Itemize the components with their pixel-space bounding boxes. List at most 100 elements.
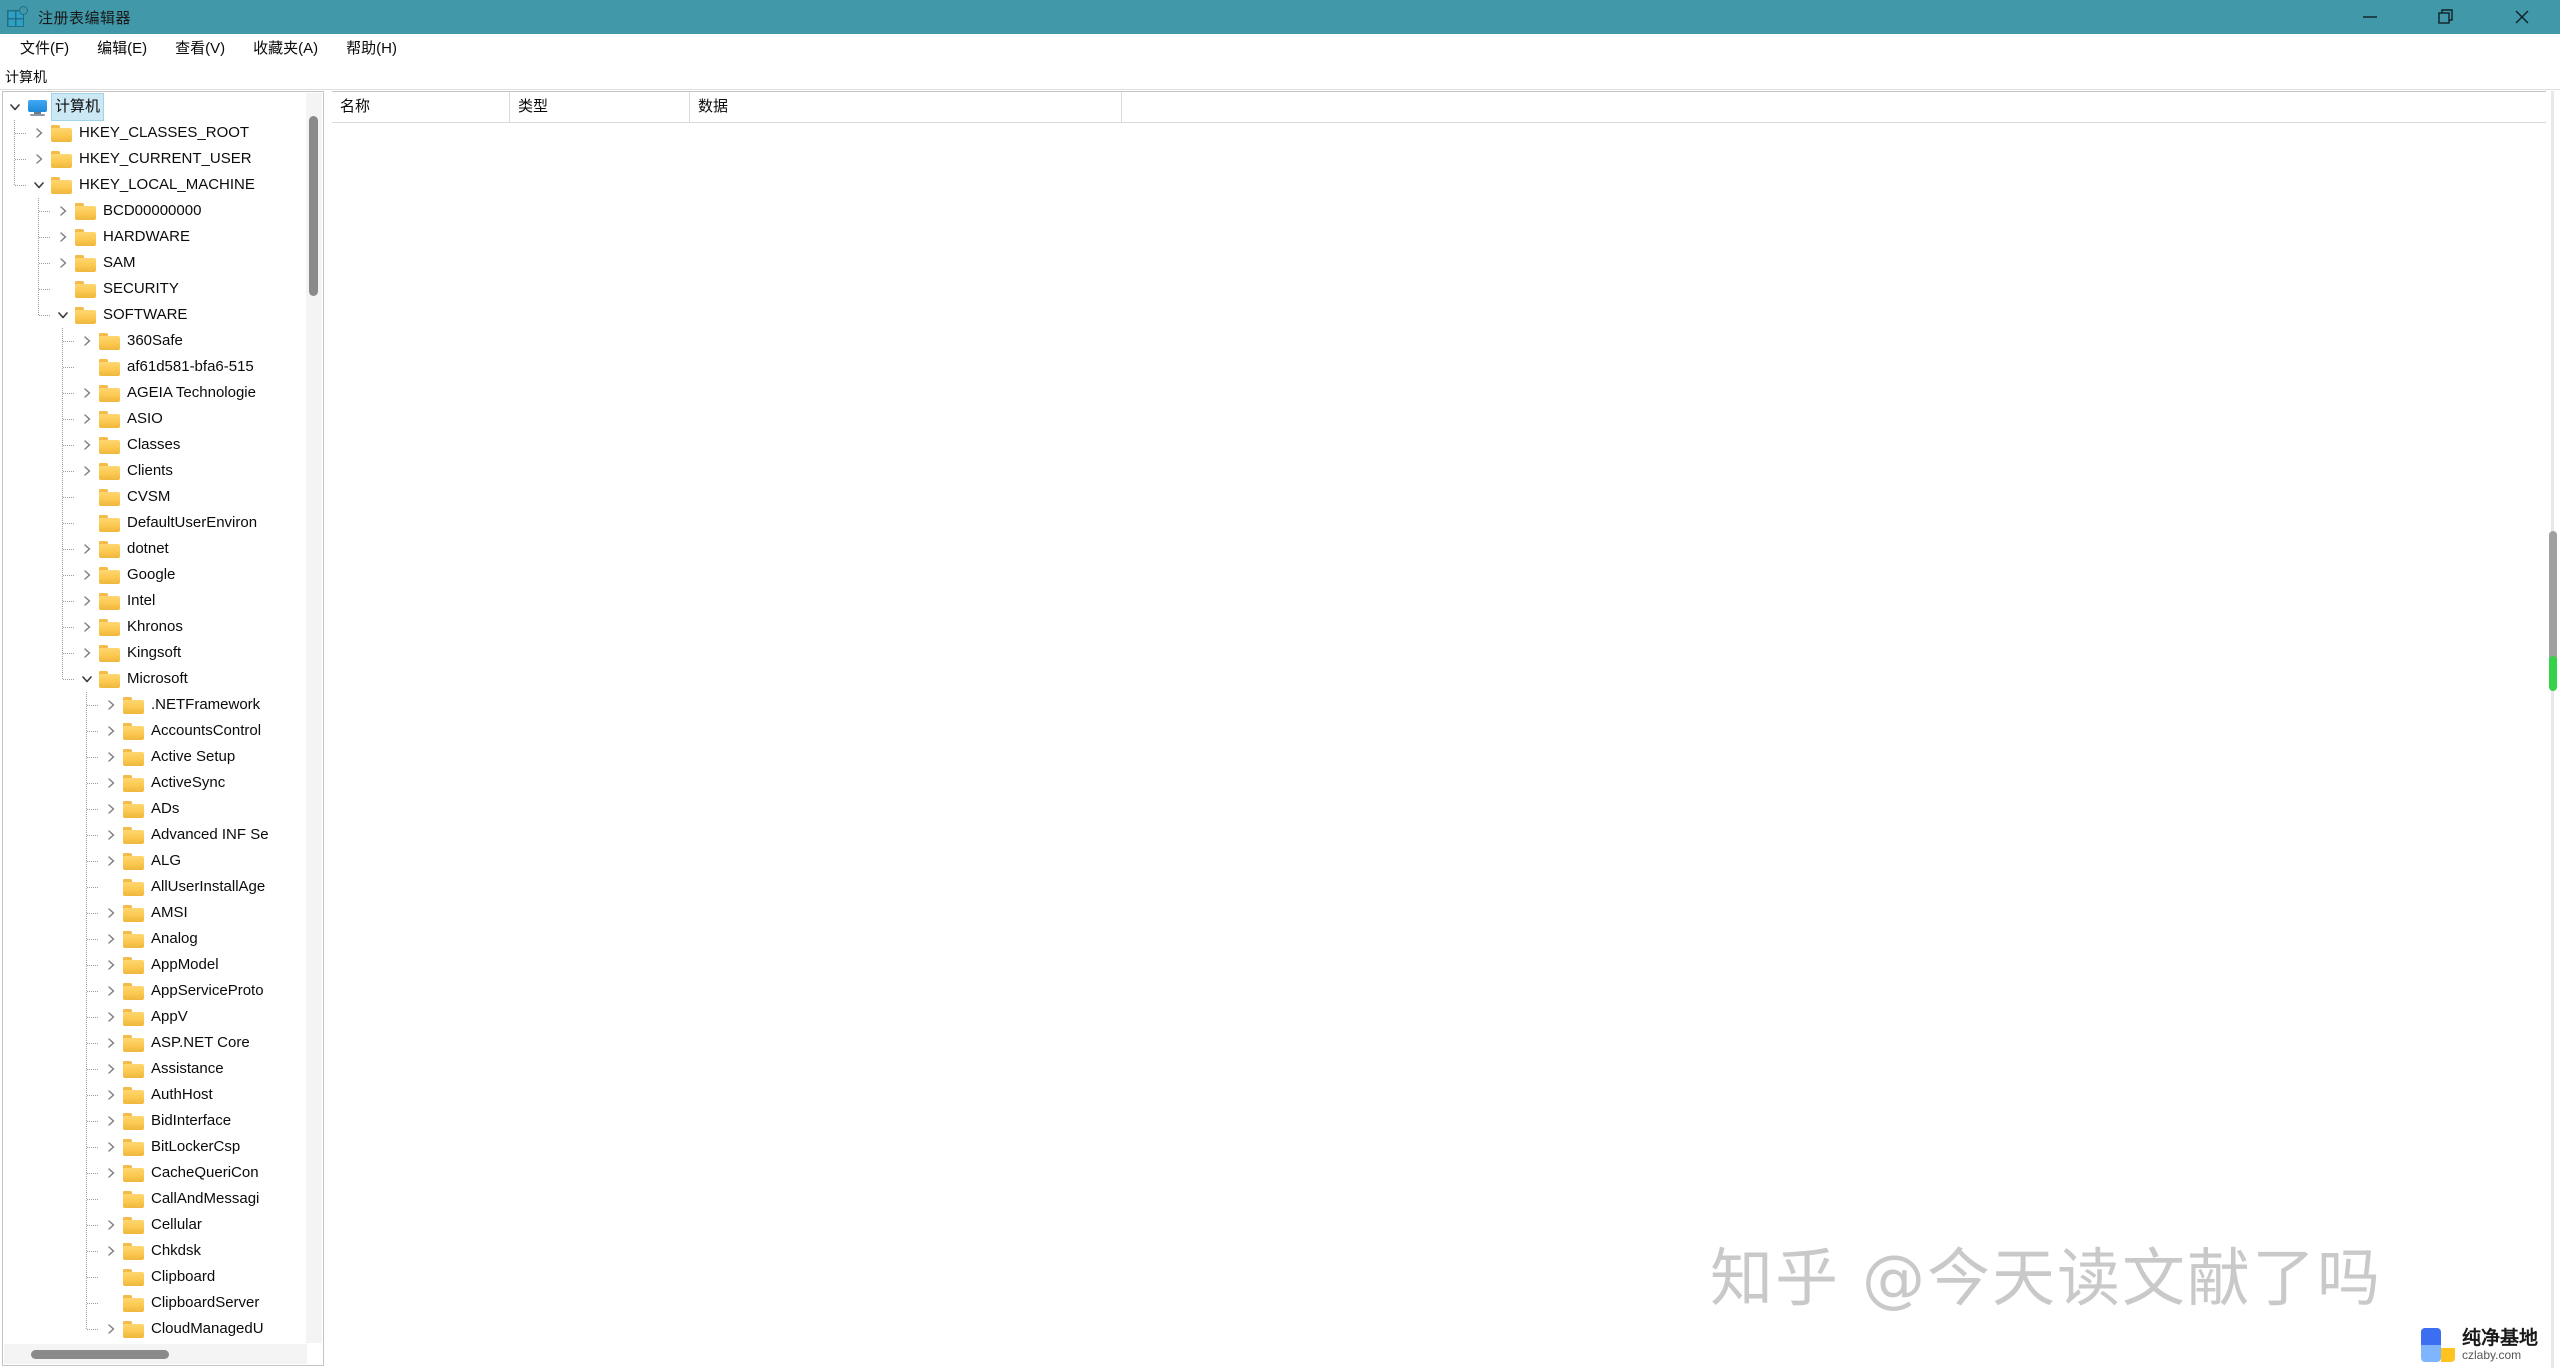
tree-node[interactable]: dotnet	[3, 536, 307, 562]
tree-node[interactable]: AccountsControl	[3, 718, 307, 744]
chevron-right-icon[interactable]	[99, 1316, 123, 1342]
tree-node[interactable]: Classes	[3, 432, 307, 458]
tree-node[interactable]: 360Safe	[3, 328, 307, 354]
tree-node[interactable]: Analog	[3, 926, 307, 952]
column-data[interactable]: 数据	[690, 92, 1122, 122]
tree-node[interactable]: 计算机	[3, 93, 307, 121]
tree-node[interactable]: af61d581-bfa6-515	[3, 354, 307, 380]
tree-node[interactable]: Intel	[3, 588, 307, 614]
tree-node[interactable]: HKEY_CURRENT_USER	[3, 146, 307, 172]
tree-node[interactable]: .NETFramework	[3, 692, 307, 718]
chevron-right-icon[interactable]	[99, 1134, 123, 1160]
chevron-right-icon[interactable]	[99, 1238, 123, 1264]
page-vertical-scrollbar[interactable]	[2546, 91, 2560, 1368]
chevron-right-icon[interactable]	[99, 978, 123, 1004]
chevron-right-icon[interactable]	[75, 380, 99, 406]
chevron-right-icon[interactable]	[99, 848, 123, 874]
tree-node[interactable]: Advanced INF Se	[3, 822, 307, 848]
restore-button[interactable]	[2408, 0, 2484, 34]
tree-node[interactable]: BitLockerCsp	[3, 1134, 307, 1160]
tree-node[interactable]: ASP.NET Core	[3, 1030, 307, 1056]
tree-node[interactable]: ALG	[3, 848, 307, 874]
page-scroll-thumb-accent[interactable]	[2549, 656, 2557, 691]
chevron-right-icon[interactable]	[75, 406, 99, 432]
chevron-right-icon[interactable]	[75, 432, 99, 458]
chevron-right-icon[interactable]	[51, 198, 75, 224]
tree-node[interactable]: ActiveSync	[3, 770, 307, 796]
chevron-right-icon[interactable]	[75, 562, 99, 588]
tree-node[interactable]: BCD00000000	[3, 198, 307, 224]
tree-node[interactable]: CacheQueriCon	[3, 1160, 307, 1186]
menu-view[interactable]: 查看(V)	[161, 36, 239, 62]
tree-node[interactable]: AppV	[3, 1004, 307, 1030]
menu-favorites[interactable]: 收藏夹(A)	[239, 36, 332, 62]
chevron-right-icon[interactable]	[51, 250, 75, 276]
chevron-right-icon[interactable]	[99, 1108, 123, 1134]
chevron-right-icon[interactable]	[99, 1160, 123, 1186]
tree-horizontal-scrollbar[interactable]	[4, 1344, 307, 1364]
chevron-down-icon[interactable]	[51, 302, 75, 328]
chevron-right-icon[interactable]	[75, 640, 99, 666]
chevron-right-icon[interactable]	[99, 692, 123, 718]
tree-node[interactable]: SAM	[3, 250, 307, 276]
page-scroll-thumb[interactable]	[2549, 531, 2557, 664]
tree-node[interactable]: DefaultUserEnviron	[3, 510, 307, 536]
tree-node[interactable]: SECURITY	[3, 276, 307, 302]
menu-edit[interactable]: 编辑(E)	[83, 36, 161, 62]
chevron-right-icon[interactable]	[99, 1030, 123, 1056]
tree-node[interactable]: ClipboardServer	[3, 1290, 307, 1316]
chevron-right-icon[interactable]	[99, 822, 123, 848]
chevron-right-icon[interactable]	[75, 536, 99, 562]
tree-node[interactable]: AuthHost	[3, 1082, 307, 1108]
close-button[interactable]	[2484, 0, 2560, 34]
address-bar[interactable]: 计算机	[0, 64, 2560, 90]
chevron-right-icon[interactable]	[75, 458, 99, 484]
tree-node[interactable]: ADs	[3, 796, 307, 822]
column-name[interactable]: 名称	[332, 92, 510, 122]
chevron-right-icon[interactable]	[99, 1082, 123, 1108]
tree-node[interactable]: HKEY_LOCAL_MACHINE	[3, 172, 307, 198]
chevron-right-icon[interactable]	[99, 718, 123, 744]
chevron-right-icon[interactable]	[99, 1056, 123, 1082]
chevron-right-icon[interactable]	[99, 926, 123, 952]
tree-vertical-scrollbar[interactable]	[306, 93, 322, 1343]
tree-node[interactable]: Clients	[3, 458, 307, 484]
chevron-right-icon[interactable]	[51, 224, 75, 250]
tree-node[interactable]: HARDWARE	[3, 224, 307, 250]
tree-node[interactable]: Cellular	[3, 1212, 307, 1238]
chevron-right-icon[interactable]	[99, 796, 123, 822]
column-type[interactable]: 类型	[510, 92, 690, 122]
tree-node[interactable]: AGEIA Technologie	[3, 380, 307, 406]
chevron-right-icon[interactable]	[99, 900, 123, 926]
pane-splitter[interactable]	[324, 91, 332, 1366]
chevron-right-icon[interactable]	[99, 744, 123, 770]
tree-node[interactable]: Active Setup	[3, 744, 307, 770]
tree-node[interactable]: AMSI	[3, 900, 307, 926]
chevron-right-icon[interactable]	[75, 614, 99, 640]
chevron-right-icon[interactable]	[99, 1212, 123, 1238]
tree-node[interactable]: CVSM	[3, 484, 307, 510]
tree-node[interactable]: Clipboard	[3, 1264, 307, 1290]
chevron-down-icon[interactable]	[75, 666, 99, 692]
tree-node[interactable]: AppModel	[3, 952, 307, 978]
values-list-body[interactable]	[332, 123, 2558, 1366]
chevron-right-icon[interactable]	[27, 146, 51, 172]
tree-node[interactable]: SOFTWARE	[3, 302, 307, 328]
tree-node[interactable]: HKEY_CLASSES_ROOT	[3, 120, 307, 146]
tree-node[interactable]: ASIO	[3, 406, 307, 432]
chevron-down-icon[interactable]	[27, 172, 51, 198]
minimize-button[interactable]	[2332, 0, 2408, 34]
tree-node[interactable]: AppServiceProto	[3, 978, 307, 1004]
chevron-right-icon[interactable]	[99, 952, 123, 978]
tree-node[interactable]: AllUserInstallAge	[3, 874, 307, 900]
tree-node[interactable]: Assistance	[3, 1056, 307, 1082]
chevron-down-icon[interactable]	[3, 94, 27, 120]
chevron-right-icon[interactable]	[99, 1004, 123, 1030]
tree-node[interactable]: CloudManagedU	[3, 1316, 307, 1342]
chevron-right-icon[interactable]	[27, 120, 51, 146]
tree-node[interactable]: Microsoft	[3, 666, 307, 692]
tree-node[interactable]: CallAndMessagi	[3, 1186, 307, 1212]
tree-node[interactable]: Kingsoft	[3, 640, 307, 666]
tree-horizontal-scroll-thumb[interactable]	[31, 1350, 169, 1359]
tree-node[interactable]: Google	[3, 562, 307, 588]
